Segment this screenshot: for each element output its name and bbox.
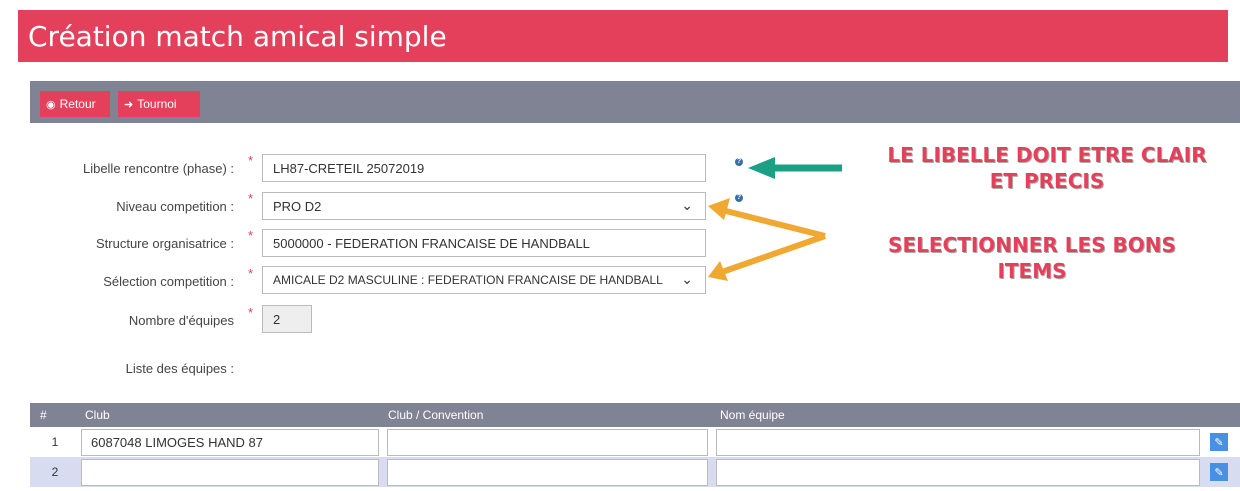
table-row: 2 ✎ [30, 457, 1240, 487]
edit-icon[interactable]: ✎ [1210, 433, 1228, 451]
header-nom: Nom équipe [720, 408, 785, 422]
nom-equipe-input[interactable] [716, 429, 1200, 456]
row-number: 2 [51, 465, 59, 479]
club-input[interactable]: 6087048 LIMOGES HAND 87 [81, 429, 379, 456]
orange-arrow-niveau [708, 198, 826, 239]
convention-input[interactable] [387, 459, 708, 486]
header-club: Club [85, 408, 110, 422]
club-input[interactable] [81, 459, 379, 486]
header-convention: Club / Convention [388, 408, 484, 422]
convention-input[interactable] [387, 429, 708, 456]
edit-icon[interactable]: ✎ [1210, 463, 1228, 481]
teams-table: # Club Club / Convention Nom équipe 1 60… [30, 403, 1240, 487]
header-num: # [40, 408, 47, 422]
teal-arrow [748, 157, 842, 179]
table-row: 1 6087048 LIMOGES HAND 87 ✎ [30, 427, 1240, 457]
nom-equipe-input[interactable] [716, 459, 1200, 486]
row-number: 1 [51, 435, 59, 449]
orange-arrow-selection [708, 233, 826, 281]
table-header: # Club Club / Convention Nom équipe [30, 403, 1240, 427]
